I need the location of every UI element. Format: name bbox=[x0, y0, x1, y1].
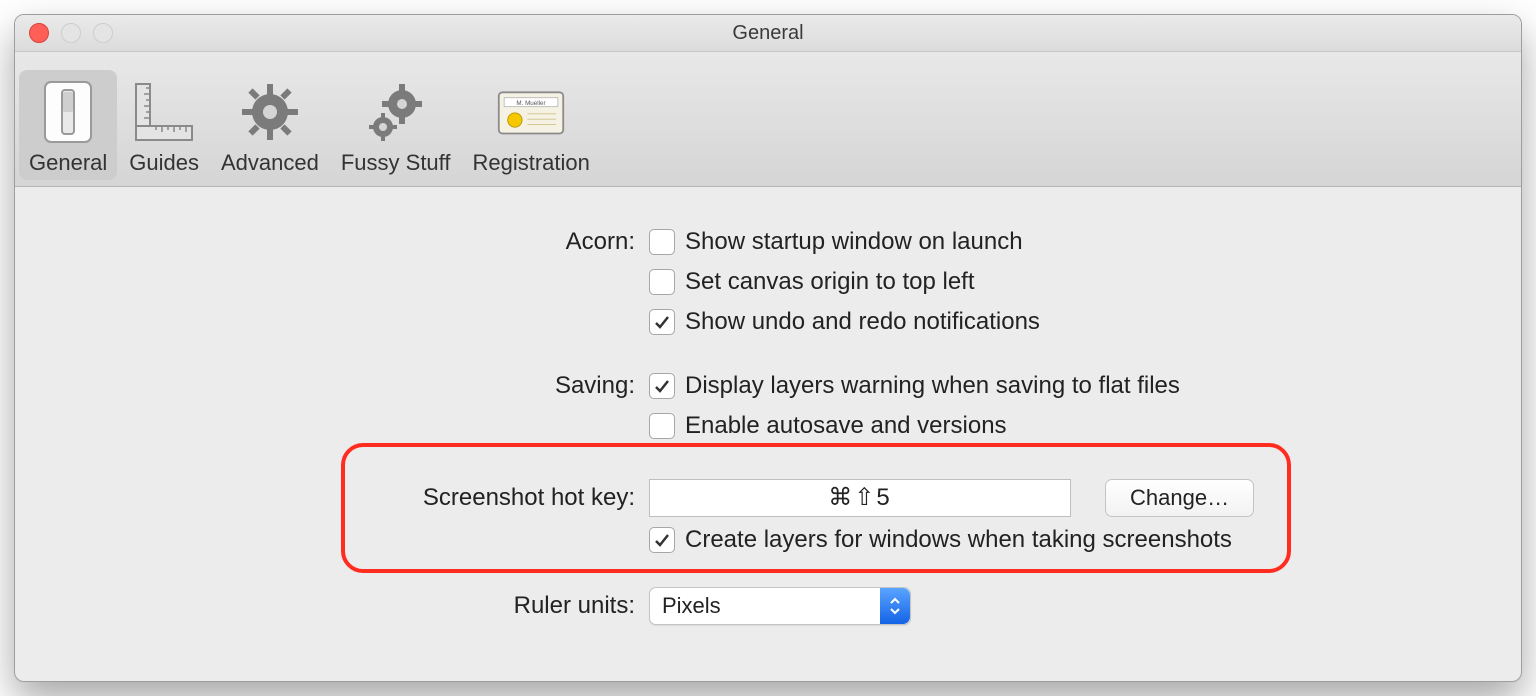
window-title: General bbox=[732, 22, 803, 45]
checkbox-label: Enable autosave and versions bbox=[685, 412, 1007, 440]
zoom-window-button[interactable] bbox=[93, 23, 113, 43]
checkbox-create-layers-for-windows[interactable] bbox=[649, 527, 675, 553]
tab-fussy-stuff[interactable]: Fussy Stuff bbox=[331, 70, 461, 180]
window-controls bbox=[29, 23, 113, 43]
checkbox-label: Set canvas origin to top left bbox=[685, 268, 975, 296]
tab-label: General bbox=[29, 150, 107, 176]
checkbox-autosave[interactable] bbox=[649, 413, 675, 439]
titlebar: General bbox=[15, 15, 1521, 52]
id-card-icon: M. Mueller bbox=[497, 78, 565, 146]
general-pane: Acorn: Show startup window on launch Set… bbox=[15, 187, 1521, 682]
minimize-window-button[interactable] bbox=[61, 23, 81, 43]
tab-label: Advanced bbox=[221, 150, 319, 176]
checkbox-label: Show startup window on launch bbox=[685, 228, 1023, 256]
close-window-button[interactable] bbox=[29, 23, 49, 43]
acorn-section-label: Acorn: bbox=[55, 228, 649, 256]
checkbox-label: Create layers for windows when taking sc… bbox=[685, 526, 1232, 554]
checkbox-show-startup-window[interactable] bbox=[649, 229, 675, 255]
chevron-up-down-icon bbox=[880, 588, 910, 624]
select-value: Pixels bbox=[662, 593, 721, 619]
change-hotkey-button[interactable]: Change… bbox=[1105, 479, 1254, 517]
ruler-icon bbox=[130, 78, 198, 146]
tab-label: Fussy Stuff bbox=[341, 150, 451, 176]
checkbox-undo-redo-notifications[interactable] bbox=[649, 309, 675, 335]
tab-general[interactable]: General bbox=[19, 70, 117, 180]
saving-section-label: Saving: bbox=[55, 372, 649, 400]
gear-icon bbox=[236, 78, 304, 146]
tab-advanced[interactable]: Advanced bbox=[211, 70, 329, 180]
general-icon bbox=[34, 78, 102, 146]
checkbox-canvas-origin-top-left[interactable] bbox=[649, 269, 675, 295]
tab-label: Guides bbox=[129, 150, 199, 176]
checkbox-layers-warning[interactable] bbox=[649, 373, 675, 399]
tab-registration[interactable]: M. Mueller Registration bbox=[463, 70, 600, 180]
checkbox-label: Show undo and redo notifications bbox=[685, 308, 1040, 336]
ruler-units-select[interactable]: Pixels bbox=[649, 587, 911, 625]
svg-text:M. Mueller: M. Mueller bbox=[517, 100, 546, 107]
screenshot-hotkey-label: Screenshot hot key: bbox=[55, 484, 649, 512]
preferences-window: General General bbox=[14, 14, 1522, 682]
tab-guides[interactable]: Guides bbox=[119, 70, 209, 180]
preferences-toolbar: General Guides bbox=[15, 52, 1521, 187]
ruler-units-label: Ruler units: bbox=[55, 592, 649, 620]
gears-icon bbox=[362, 78, 430, 146]
tab-label: Registration bbox=[473, 150, 590, 176]
screenshot-hotkey-field[interactable]: ⌘⇧5 bbox=[649, 479, 1071, 517]
checkbox-label: Display layers warning when saving to fl… bbox=[685, 372, 1180, 400]
